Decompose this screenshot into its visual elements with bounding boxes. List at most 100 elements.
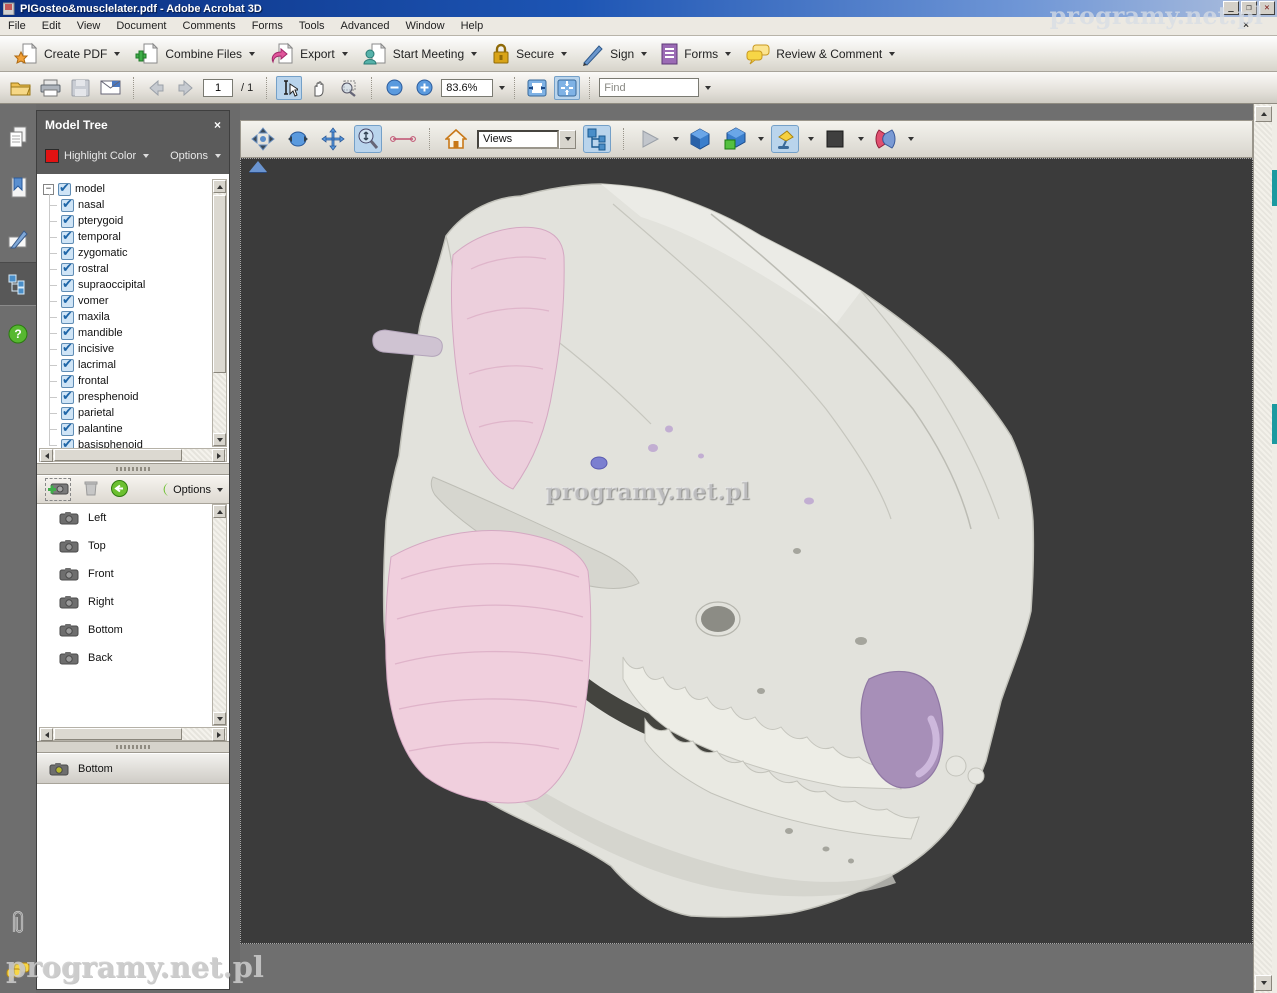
scroll-down-button[interactable] (213, 712, 226, 725)
menu-tools[interactable]: Tools (291, 18, 333, 34)
default-view-button[interactable] (442, 125, 470, 153)
tree-checkbox[interactable]: ✔ (61, 359, 74, 372)
scroll-up-button[interactable] (1255, 106, 1272, 122)
tree-checkbox[interactable]: ✔ (61, 215, 74, 228)
tree-item[interactable]: ✔ vomer (58, 293, 215, 309)
page-number-input[interactable] (203, 79, 233, 97)
create-view-button[interactable] (45, 478, 71, 501)
panel-splitter[interactable] (37, 741, 229, 753)
help-button[interactable]: ? (0, 312, 36, 356)
tree-item[interactable]: ✔maxila (58, 309, 215, 325)
view-item-label[interactable]: Right (88, 596, 114, 608)
tree-item[interactable]: ✔incisive (58, 341, 215, 357)
tree-checkbox[interactable]: ✔ (61, 279, 74, 292)
view-item-label[interactable]: Back (88, 652, 112, 664)
selected-view-label[interactable]: Bottom (78, 763, 113, 775)
view-item[interactable]: Back (37, 644, 215, 672)
views-options-button[interactable]: Options (162, 482, 223, 497)
tree-item-label[interactable]: frontal (78, 375, 109, 387)
views-options-label[interactable]: Options (173, 484, 211, 496)
tree-horizontal-scrollbar[interactable] (39, 448, 227, 462)
scroll-down-button[interactable] (213, 433, 226, 446)
bookmarks-panel-button[interactable] (0, 166, 36, 210)
tree-vertical-scrollbar[interactable] (212, 179, 227, 447)
zoom-out-button[interactable] (381, 76, 407, 100)
highlight-color-dropdown-icon[interactable] (143, 154, 149, 158)
scroll-right-button[interactable] (212, 728, 225, 741)
tree-item-label[interactable]: palantine (78, 423, 123, 435)
tree-item-label[interactable]: incisive (78, 343, 114, 355)
tree-item-label[interactable]: maxila (78, 311, 110, 323)
menubar-close-icon[interactable]: × (1243, 20, 1249, 31)
tree-item-label[interactable]: rostral (78, 263, 109, 275)
spin-tool-button[interactable] (284, 125, 312, 153)
background-dropdown-icon[interactable] (858, 137, 864, 141)
view-item[interactable]: Top (37, 532, 215, 560)
toggle-model-tree-button[interactable] (583, 125, 611, 153)
tree-item-label[interactable]: vomer (78, 295, 109, 307)
scroll-left-button[interactable] (40, 728, 53, 741)
go-to-view-button[interactable] (111, 480, 128, 500)
tree-item-label[interactable]: presphenoid (78, 391, 139, 403)
minimize-button[interactable]: _ (1223, 1, 1239, 15)
tree-item-label[interactable]: lacrimal (78, 359, 116, 371)
tree-item[interactable]: ✔palantine (58, 421, 215, 437)
play-animation-button[interactable] (636, 125, 664, 153)
attachments-panel-button[interactable] (0, 900, 36, 944)
views-dropdown-value[interactable]: Views (477, 130, 559, 149)
cross-section-button[interactable] (871, 125, 899, 153)
model-tree-options-label[interactable]: Options (170, 150, 208, 162)
scrollbar-thumb[interactable] (54, 449, 182, 461)
rotate-tool-button[interactable] (249, 125, 277, 153)
lighting-dropdown-icon[interactable] (808, 137, 814, 141)
measure-tool-button[interactable] (389, 125, 417, 153)
sign-button[interactable]: Sign (574, 39, 654, 69)
scrollbar-thumb[interactable] (213, 195, 226, 373)
tree-checkbox[interactable]: ✔ (58, 183, 71, 196)
tree-checkbox[interactable]: ✔ (61, 263, 74, 276)
view-item[interactable]: Left (37, 504, 215, 532)
menu-advanced[interactable]: Advanced (333, 18, 398, 34)
select-tool-button[interactable] (276, 76, 302, 100)
start-meeting-button[interactable]: Start Meeting (355, 39, 484, 69)
cross-section-dropdown-icon[interactable] (908, 137, 914, 141)
document-vertical-scrollbar[interactable] (1253, 104, 1272, 993)
zoom-in-button[interactable] (411, 76, 437, 100)
play-dropdown-icon[interactable] (673, 137, 679, 141)
scroll-up-button[interactable] (213, 180, 226, 193)
views-dropdown[interactable]: Views (477, 130, 576, 149)
menu-window[interactable]: Window (397, 18, 452, 34)
print-button[interactable] (38, 76, 64, 100)
find-input[interactable] (599, 78, 699, 97)
scrollbar-thumb[interactable] (54, 728, 182, 740)
view-item-label[interactable]: Top (88, 540, 106, 552)
tree-checkbox[interactable]: ✔ (61, 295, 74, 308)
view-item[interactable]: Right (37, 588, 215, 616)
combine-files-button[interactable]: Combine Files (127, 39, 262, 69)
scroll-right-button[interactable] (212, 449, 225, 462)
open-button[interactable] (8, 76, 34, 100)
lighting-button[interactable] (771, 125, 799, 153)
menu-view[interactable]: View (69, 18, 109, 34)
menu-edit[interactable]: Edit (34, 18, 69, 34)
tree-root-label[interactable]: model (75, 183, 105, 195)
zoom-level-combo[interactable]: 83.6% (441, 79, 493, 97)
views-vertical-scrollbar[interactable] (212, 504, 227, 726)
menu-help[interactable]: Help (453, 18, 492, 34)
panel-close-icon[interactable]: × (214, 118, 221, 132)
find-dropdown-arrow-icon[interactable] (705, 86, 711, 90)
tree-item[interactable]: ✔presphenoid (58, 389, 215, 405)
render-mode-button[interactable] (686, 125, 714, 153)
pig-skull-3d-model[interactable] (241, 159, 1253, 944)
tree-item[interactable]: ✔frontal (58, 373, 215, 389)
menu-document[interactable]: Document (108, 18, 174, 34)
tree-item-label[interactable]: nasal (78, 199, 104, 211)
tree-item[interactable]: ✔pterygoid (58, 213, 215, 229)
delete-view-button[interactable] (83, 480, 99, 499)
tree-item[interactable]: ✔mandible (58, 325, 215, 341)
tree-collapse-icon[interactable]: − (43, 184, 54, 195)
tree-checkbox[interactable]: ✔ (61, 247, 74, 260)
view-item[interactable]: Front (37, 560, 215, 588)
next-view-button[interactable] (173, 76, 199, 100)
tree-item-label[interactable]: mandible (78, 327, 123, 339)
